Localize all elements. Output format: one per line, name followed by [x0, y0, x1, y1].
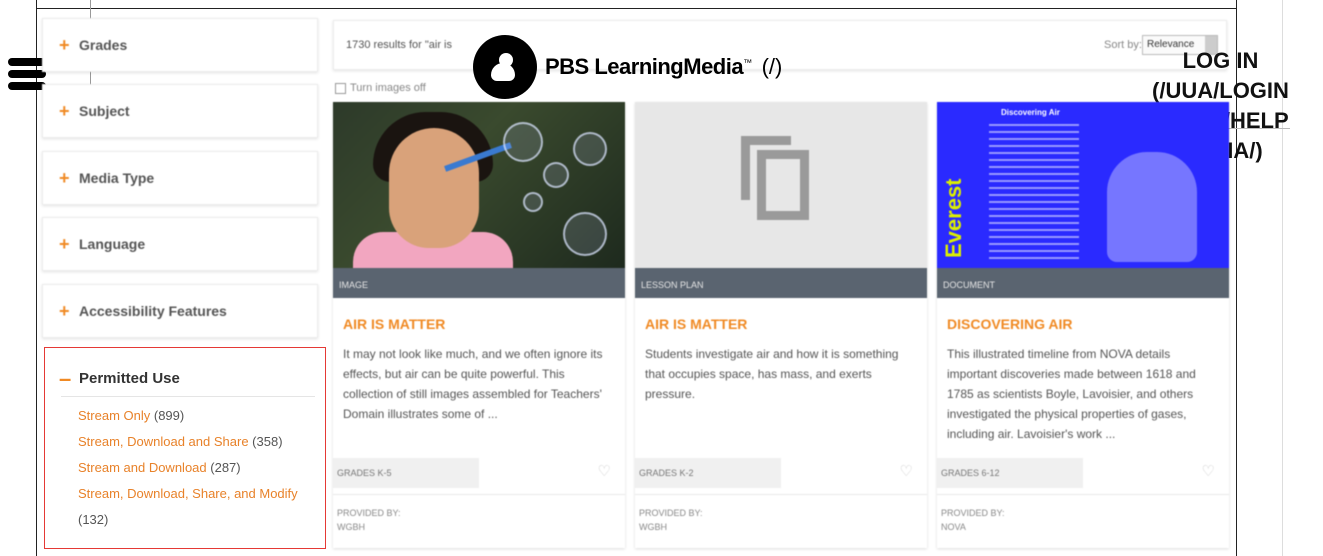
minus-icon: – — [59, 366, 72, 391]
permitted-option-stream-download[interactable]: Stream and Download (287) — [78, 460, 241, 475]
facet-permitted-use: – Permitted Use Stream Only (899) Stream… — [44, 347, 326, 549]
facet-label: Grades — [79, 37, 128, 53]
card-type-band: DOCUMENT — [937, 268, 1229, 298]
card-type-band: IMAGE — [333, 268, 625, 298]
card-thumbnail[interactable] — [635, 102, 927, 268]
images-off-toggle[interactable]: Turn images off — [335, 82, 426, 94]
facet-language[interactable]: + Language — [42, 217, 318, 271]
pbs-head-icon — [473, 35, 537, 99]
card-description: Students investigate air and how it is s… — [645, 347, 899, 401]
result-card[interactable]: LESSON PLAN AIR IS MATTER Students inves… — [635, 102, 927, 548]
facet-label: Language — [79, 236, 146, 252]
card-divider — [635, 494, 927, 495]
card-provider: PROVIDED BY: WGBH — [337, 508, 401, 532]
card-description: It may not look like much, and we often … — [343, 347, 603, 421]
permitted-option-count-line: (132) — [78, 512, 108, 527]
option-label: Stream, Download and Share — [78, 434, 249, 449]
images-off-label: Turn images off — [350, 82, 426, 94]
card-thumbnail[interactable]: Everest Discovering Air — [937, 102, 1229, 268]
card-title[interactable]: DISCOVERING AIR — [947, 316, 1073, 332]
facet-subject[interactable]: + Subject — [42, 84, 318, 138]
pbs-logo-link[interactable]: PBS LearningMedia™ (/) — [473, 35, 782, 99]
card-title[interactable]: AIR IS MATTER — [645, 316, 747, 332]
thumb-heading: Discovering Air — [1001, 108, 1060, 117]
option-label: Stream and Download — [78, 460, 207, 475]
option-count: (358) — [252, 434, 283, 449]
card-description: This illustrated timeline from NOVA deta… — [947, 347, 1196, 441]
facet-permitted-use-header[interactable]: – Permitted Use — [59, 366, 180, 391]
option-label: Stream Only — [78, 408, 151, 423]
facet-accessibility-features[interactable]: + Accessibility Features — [42, 284, 318, 338]
plus-icon: + — [59, 300, 70, 321]
facet-label: Subject — [79, 103, 130, 119]
option-count: (899) — [153, 408, 185, 423]
logo-href: (/) — [761, 54, 783, 79]
frame-top-border — [36, 8, 1236, 9]
facet-divider — [61, 396, 315, 397]
card-grades: GRADES K-5 — [333, 458, 479, 488]
card-grades: GRADES 6-12 — [937, 458, 1083, 488]
result-card[interactable]: Everest Discovering Air DOCUMENT DISCOVE… — [937, 102, 1229, 548]
option-count: (132) — [78, 512, 109, 527]
option-count: (287) — [210, 460, 241, 475]
facet-media-type[interactable]: + Media Type — [42, 151, 318, 205]
logo-text: PBS LearningMedia™ — [545, 54, 752, 79]
facet-label: Media Type — [79, 170, 155, 186]
permitted-option-stream-download-share-modify[interactable]: Stream, Download, Share, and Modify — [78, 486, 298, 501]
card-divider — [333, 494, 625, 495]
plus-icon: + — [59, 34, 70, 55]
login-line: LOG IN — [1182, 48, 1259, 73]
results-count: 1730 results for "air is — [346, 39, 453, 51]
card-divider — [937, 494, 1229, 495]
card-grades: GRADES K-2 — [635, 458, 781, 488]
card-provider: PROVIDED BY: NOVA — [941, 508, 1005, 532]
heart-icon[interactable]: ♡ — [1202, 462, 1215, 480]
option-label: Stream, Download, Share, and Modify — [78, 486, 298, 501]
plus-icon: + — [59, 167, 70, 188]
plus-icon: + — [59, 233, 70, 254]
card-title[interactable]: AIR IS MATTER — [343, 316, 445, 332]
thumb-word: Everest — [941, 178, 966, 258]
result-card[interactable]: IMAGE AIR IS MATTER It may not look like… — [333, 102, 625, 548]
permitted-option-stream-download-share[interactable]: Stream, Download and Share (358) — [78, 434, 283, 449]
facet-grades[interactable]: + Grades — [42, 18, 318, 72]
permitted-option-stream-only[interactable]: Stream Only (899) — [78, 408, 184, 423]
facet-label: Accessibility Features — [79, 303, 227, 319]
plus-icon: + — [59, 100, 70, 121]
card-provider: PROVIDED BY: WGBH — [639, 508, 703, 532]
heart-icon[interactable]: ♡ — [598, 462, 611, 480]
hamburger-menu-icon[interactable] — [8, 58, 46, 90]
heart-icon[interactable]: ♡ — [900, 462, 913, 480]
checkbox[interactable] — [335, 82, 346, 94]
card-type-band: LESSON PLAN — [635, 268, 927, 298]
facet-label: Permitted Use — [79, 370, 180, 387]
card-thumbnail[interactable] — [333, 102, 625, 268]
